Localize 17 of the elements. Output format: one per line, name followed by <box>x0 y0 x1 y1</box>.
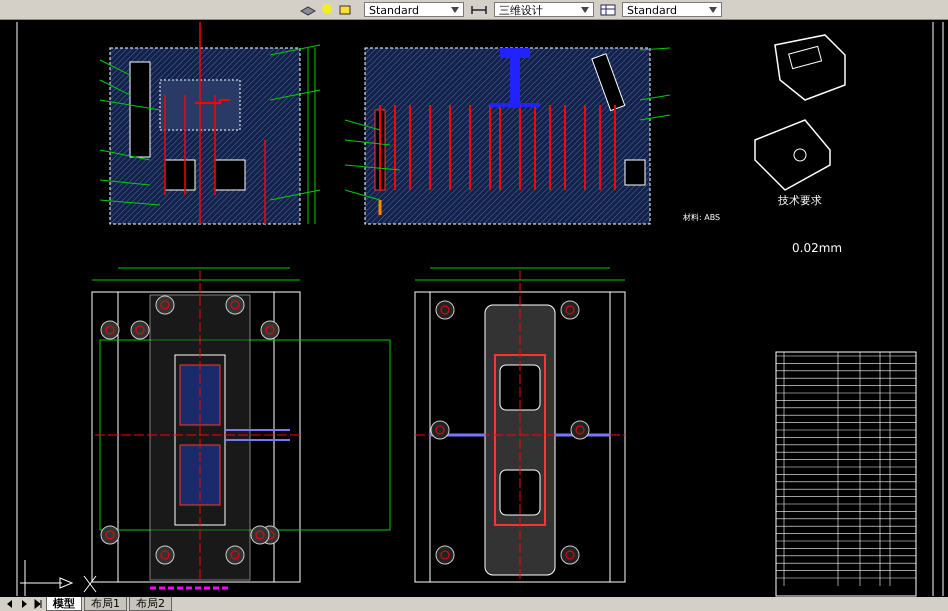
style-dropdown[interactable]: 三维设计 <box>494 2 594 17</box>
layout-tab[interactable]: 模型 <box>46 597 82 611</box>
layer-state-icon[interactable] <box>338 2 352 16</box>
caret-icon <box>709 6 717 12</box>
style-dropdown[interactable]: Standard <box>364 2 464 17</box>
part-3d-drawing <box>774 34 846 101</box>
material-text: 材料: ABS <box>683 213 720 222</box>
requirements-title: 技术要求 <box>778 194 822 207</box>
tolerance-text: 0.02mm <box>792 241 842 255</box>
layout-tab[interactable]: 布局1 <box>84 597 127 611</box>
ucs-axis-icon <box>20 560 96 596</box>
caret-icon <box>451 6 459 12</box>
table-icon[interactable] <box>600 2 616 16</box>
caret-icon <box>581 6 589 12</box>
style-dropdown[interactable]: Standard <box>622 2 722 17</box>
layout-tab[interactable]: 布局2 <box>129 597 172 611</box>
last-tab-icon[interactable] <box>32 598 44 610</box>
